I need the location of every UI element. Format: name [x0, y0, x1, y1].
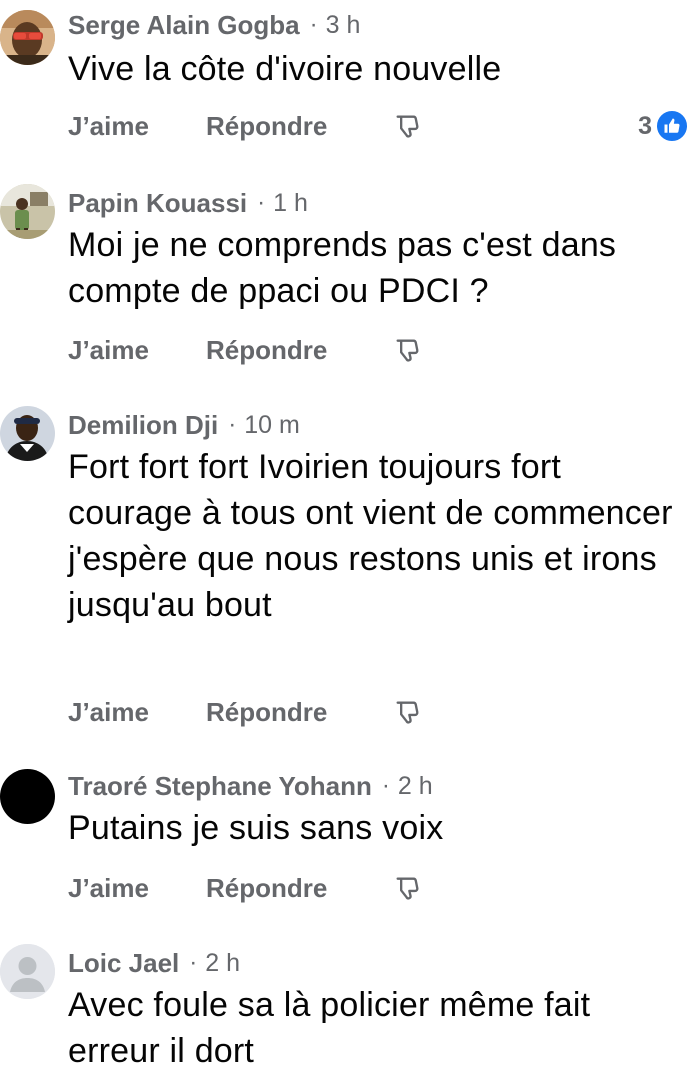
comment-text: Moi je ne comprends pas c'est dans compt…: [68, 226, 617, 310]
separator-dot: ·: [257, 189, 266, 216]
timestamp[interactable]: 2 h: [205, 949, 240, 978]
separator-dot: ·: [309, 11, 318, 38]
timestamp[interactable]: 10 m: [244, 411, 300, 440]
like-button[interactable]: J’aime: [68, 873, 206, 904]
dislike-icon[interactable]: [390, 871, 424, 905]
like-button[interactable]: J’aime: [68, 697, 206, 728]
timestamp[interactable]: 2 h: [398, 772, 433, 801]
default-avatar-icon[interactable]: [0, 944, 55, 999]
comment-header: Serge Alain Gogba · 3 h: [68, 8, 360, 42]
comment-item: Serge Alain Gogba · 3 h Vive la côte d'i…: [0, 0, 699, 165]
comment-header: Papin Kouassi · 1 h: [68, 186, 308, 220]
timestamp[interactable]: 3 h: [326, 11, 361, 40]
reaction-summary[interactable]: 3: [638, 106, 689, 146]
like-button[interactable]: J’aime: [68, 111, 206, 142]
comment-header: Traoré Stephane Yohann · 2 h: [68, 769, 433, 803]
reply-button[interactable]: Répondre: [206, 697, 390, 728]
comment-item: Loic Jael · 2 h Avec foule sa là policie…: [0, 942, 699, 1080]
comment-text: Vive la côte d'ivoire nouvelle: [68, 50, 502, 88]
reply-button[interactable]: Répondre: [206, 111, 390, 142]
comment-actions: J’aime Répondre: [68, 330, 424, 370]
comment-header: Demilion Dji · 10 m: [68, 408, 300, 442]
author-name[interactable]: Traoré Stephane Yohann: [68, 771, 372, 802]
separator-dot: ·: [228, 411, 237, 438]
author-name[interactable]: Loic Jael: [68, 948, 179, 979]
reaction-count: 3: [638, 111, 652, 140]
like-button[interactable]: J’aime: [68, 335, 206, 366]
avatar[interactable]: [0, 406, 55, 461]
avatar[interactable]: [0, 10, 55, 65]
comment-item: Demilion Dji · 10 m Fort fort fort Ivoir…: [0, 402, 699, 742]
author-name[interactable]: Serge Alain Gogba: [68, 10, 300, 41]
author-name[interactable]: Papin Kouassi: [68, 188, 247, 219]
comment-actions: J’aime Répondre: [68, 868, 424, 908]
avatar[interactable]: [0, 769, 55, 824]
comment-actions: J’aime Répondre: [68, 692, 424, 732]
comment-actions: J’aime Répondre: [68, 106, 424, 146]
comment-header: Loic Jael · 2 h: [68, 946, 240, 980]
comment-item: Papin Kouassi · 1 h Moi je ne comprends …: [0, 180, 699, 380]
reply-button[interactable]: Répondre: [206, 335, 390, 366]
comment-text: Fort fort fort Ivoirien toujours fort co…: [68, 448, 673, 624]
timestamp[interactable]: 1 h: [273, 189, 308, 218]
separator-dot: ·: [189, 949, 198, 976]
separator-dot: ·: [381, 772, 390, 799]
dislike-icon[interactable]: [390, 333, 424, 367]
reply-button[interactable]: Répondre: [206, 873, 390, 904]
avatar[interactable]: [0, 184, 55, 239]
dislike-icon[interactable]: [390, 109, 424, 143]
comment-item: Traoré Stephane Yohann · 2 h Putains je …: [0, 765, 699, 915]
like-reaction-icon: [655, 109, 689, 143]
author-name[interactable]: Demilion Dji: [68, 410, 218, 441]
comment-text: Putains je suis sans voix: [68, 809, 444, 847]
comment-text: Avec foule sa là policier même fait erre…: [68, 986, 591, 1070]
dislike-icon[interactable]: [390, 695, 424, 729]
